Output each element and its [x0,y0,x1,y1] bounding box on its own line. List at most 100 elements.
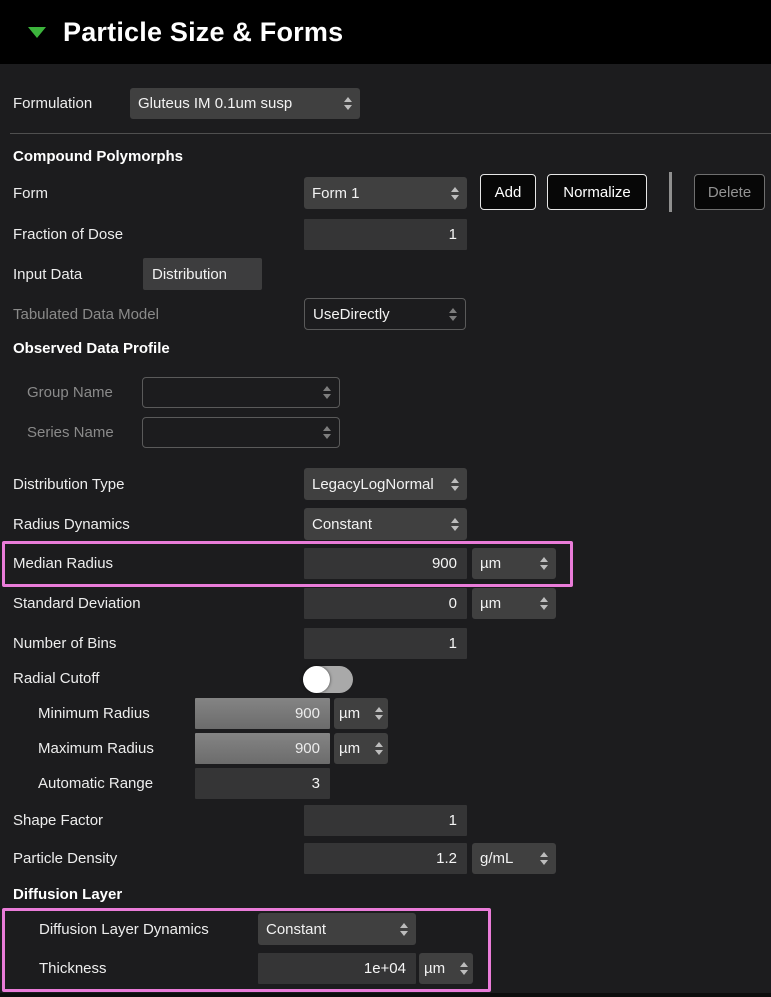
radial-cutoff-label: Radial Cutoff [13,664,99,692]
fraction-of-dose-row: Fraction of Dose 1 [0,219,771,250]
minimum-radius-row: Minimum Radius 900 µm [0,698,771,729]
formulation-value: Gluteus IM 0.1um susp [138,95,338,112]
median-radius-unit-select[interactable]: µm [472,548,556,579]
tabulated-data-model-value: UseDirectly [313,306,443,323]
form-select[interactable]: Form 1 [304,177,467,209]
input-data-label: Input Data [13,258,82,290]
shape-factor-label: Shape Factor [13,805,103,836]
shape-factor-row: Shape Factor 1 [0,805,771,836]
minimum-radius-input: 900 [195,698,330,729]
standard-deviation-row: Standard Deviation 0 µm [0,588,771,619]
tabulated-data-model-select[interactable]: UseDirectly [304,298,466,330]
input-data-row: Input Data Distribution [0,258,771,290]
delete-button[interactable]: Delete [694,174,765,210]
formulation-select[interactable]: Gluteus IM 0.1um susp [130,88,360,119]
diffusion-layer-dynamics-select[interactable]: Constant [258,913,416,945]
group-name-label: Group Name [27,377,113,408]
spinner-icon [375,707,383,720]
tabulated-data-model-label: Tabulated Data Model [13,298,159,330]
spinner-icon [323,386,331,399]
diffusion-layer-dynamics-row: Diffusion Layer Dynamics Constant [0,913,771,945]
median-radius-label: Median Radius [13,548,113,579]
radius-dynamics-row: Radius Dynamics Constant [0,508,771,540]
distribution-type-label: Distribution Type [13,468,124,500]
spinner-icon [540,597,548,610]
automatic-range-input[interactable]: 3 [195,768,330,799]
radius-dynamics-value: Constant [312,516,445,533]
button-separator [669,172,672,212]
spinner-icon [400,923,408,936]
spinner-icon [460,962,468,975]
spinner-icon [540,557,548,570]
standard-deviation-input[interactable]: 0 [304,588,467,619]
standard-deviation-unit: µm [480,595,534,612]
collapse-triangle-icon[interactable] [28,27,46,38]
particle-density-unit: g/mL [480,850,534,867]
spinner-icon [323,426,331,439]
thickness-unit: µm [424,960,457,977]
median-radius-row: Median Radius 900 µm [0,548,771,579]
series-name-label: Series Name [27,417,114,448]
panel-header: Particle Size & Forms [0,0,771,64]
thickness-label: Thickness [39,953,107,984]
spinner-icon [451,187,459,200]
toggle-knob [303,666,330,693]
diffusion-layer-heading: Diffusion Layer [13,886,122,903]
number-of-bins-input[interactable]: 1 [304,628,467,659]
number-of-bins-row: Number of Bins 1 [0,628,771,659]
group-name-select[interactable] [142,377,340,408]
standard-deviation-label: Standard Deviation [13,588,141,619]
maximum-radius-label: Maximum Radius [38,733,154,764]
minimum-radius-label: Minimum Radius [38,698,150,729]
median-radius-input[interactable]: 900 [304,548,467,579]
fraction-of-dose-label: Fraction of Dose [13,219,123,250]
form-value: Form 1 [312,185,445,202]
minimum-radius-unit-select[interactable]: µm [334,698,388,729]
group-name-row: Group Name [0,377,771,408]
panel-bottom-edge [0,993,771,997]
form-row: Form Form 1 Add Normalize Delete [0,177,771,209]
observed-data-profile-heading: Observed Data Profile [13,340,170,357]
spinner-icon [451,518,459,531]
automatic-range-label: Automatic Range [38,768,153,799]
maximum-radius-row: Maximum Radius 900 µm [0,733,771,764]
diffusion-layer-dynamics-value: Constant [266,921,394,938]
standard-deviation-unit-select[interactable]: µm [472,588,556,619]
thickness-unit-select[interactable]: µm [419,953,473,984]
thickness-input[interactable]: 1e+04 [258,953,416,984]
section-divider [10,133,771,134]
spinner-icon [451,478,459,491]
formulation-row: Formulation Gluteus IM 0.1um susp [0,88,771,119]
series-name-select[interactable] [142,417,340,448]
radius-dynamics-select[interactable]: Constant [304,508,467,540]
panel-title: Particle Size & Forms [63,17,343,48]
spinner-icon [344,97,352,110]
particle-density-input[interactable]: 1.2 [304,843,467,874]
minimum-radius-unit: µm [339,705,372,722]
shape-factor-input[interactable]: 1 [304,805,467,836]
spinner-icon [375,742,383,755]
distribution-type-row: Distribution Type LegacyLogNormal [0,468,771,500]
maximum-radius-input: 900 [195,733,330,764]
particle-density-unit-select[interactable]: g/mL [472,843,556,874]
distribution-type-select[interactable]: LegacyLogNormal [304,468,467,500]
particle-density-label: Particle Density [13,843,117,874]
radial-cutoff-row: Radial Cutoff [0,664,771,692]
automatic-range-row: Automatic Range 3 [0,768,771,799]
add-button[interactable]: Add [480,174,536,210]
spinner-icon [540,852,548,865]
fraction-of-dose-input[interactable]: 1 [304,219,467,250]
maximum-radius-unit-select[interactable]: µm [334,733,388,764]
maximum-radius-unit: µm [339,740,372,757]
normalize-button[interactable]: Normalize [547,174,647,210]
median-radius-unit: µm [480,555,534,572]
spinner-icon [449,308,457,321]
radial-cutoff-toggle[interactable] [303,666,353,693]
radius-dynamics-label: Radius Dynamics [13,508,130,540]
particle-size-forms-panel: Particle Size & Forms Formulation Gluteu… [0,0,771,997]
input-data-select[interactable]: Distribution [143,258,262,290]
tabulated-data-model-row: Tabulated Data Model UseDirectly [0,298,771,330]
form-label: Form [13,177,48,209]
diffusion-layer-dynamics-label: Diffusion Layer Dynamics [39,913,209,945]
series-name-row: Series Name [0,417,771,448]
